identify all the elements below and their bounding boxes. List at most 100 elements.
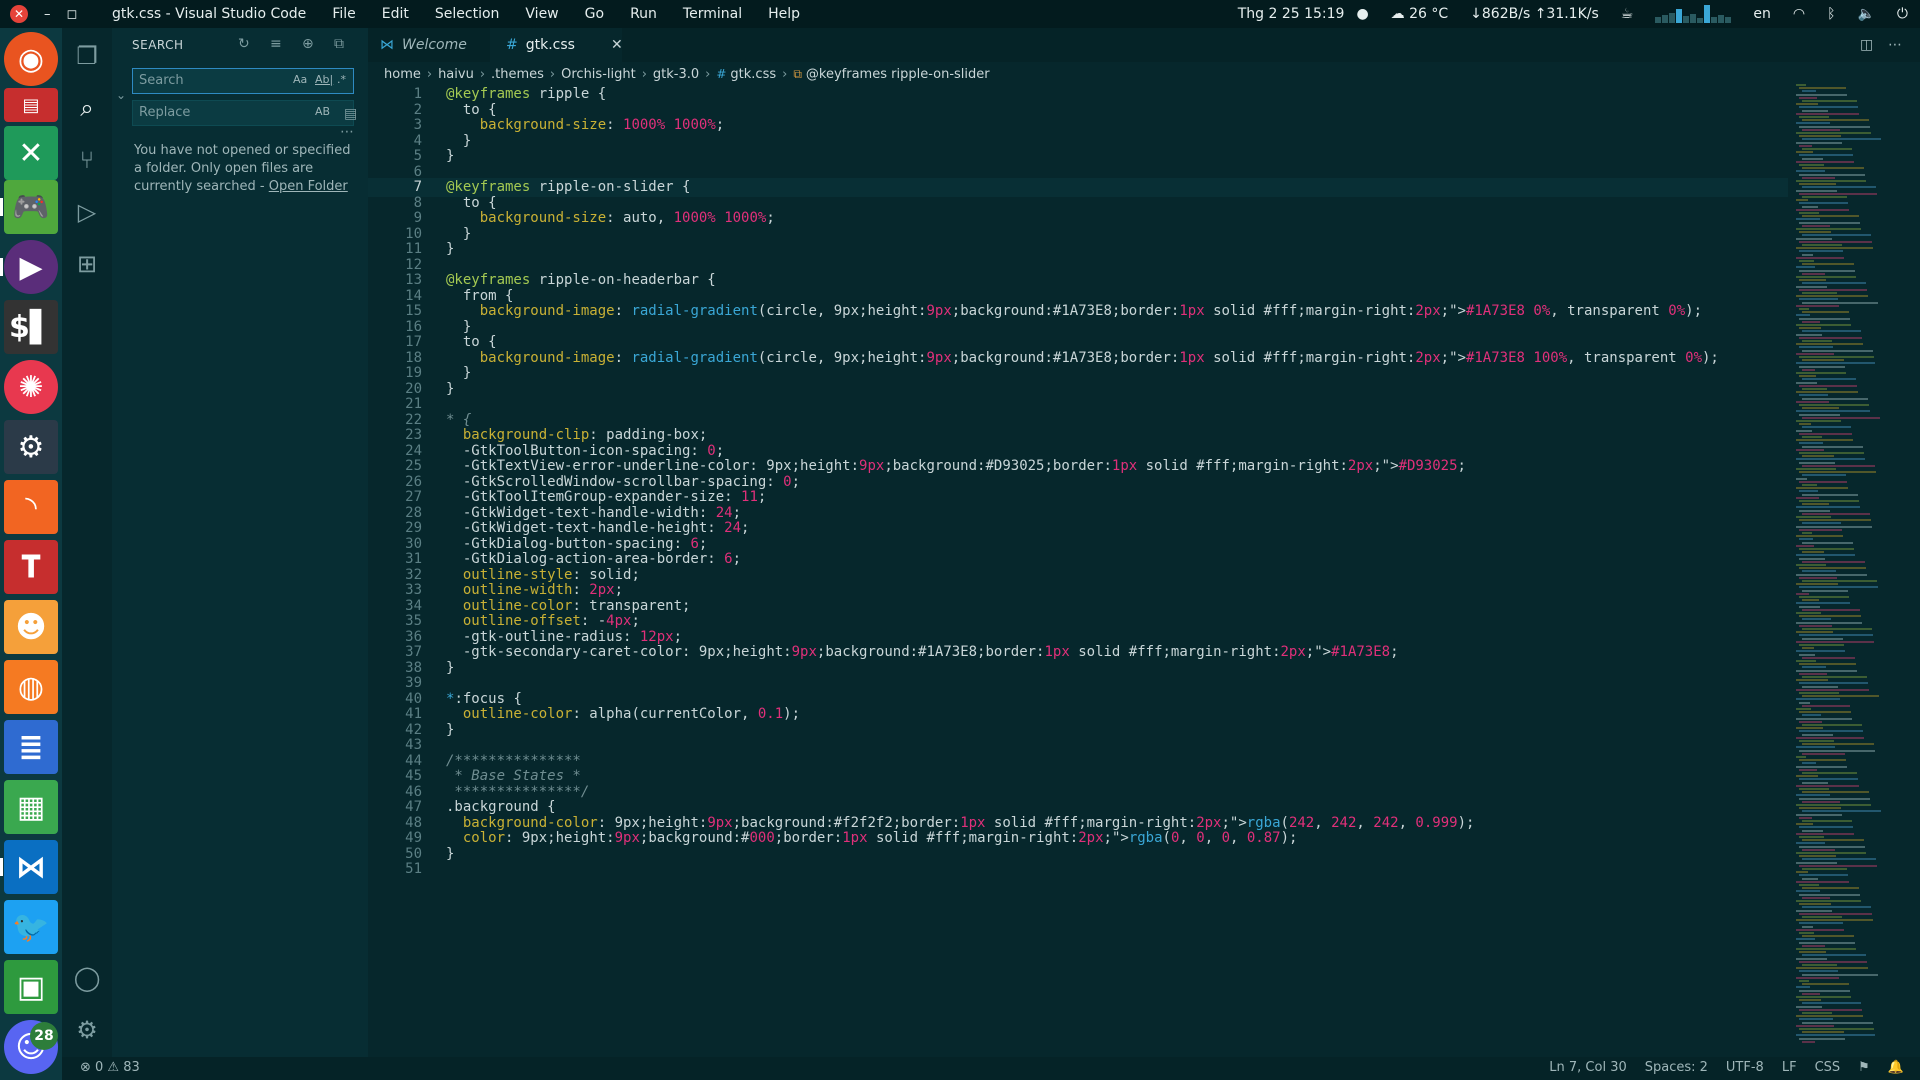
more-actions-icon[interactable]: ⋯ bbox=[1888, 37, 1902, 53]
ubuntu-icon[interactable]: ◉ bbox=[4, 32, 58, 86]
menu-view[interactable]: View bbox=[525, 6, 558, 22]
feedback-icon[interactable]: ⚑ bbox=[1858, 1060, 1870, 1075]
cursor-position[interactable]: Ln 7, Col 30 bbox=[1549, 1060, 1626, 1075]
toggle-replace-chevron-icon[interactable]: ⌄ bbox=[116, 88, 126, 102]
minimap-line bbox=[1802, 176, 1835, 179]
search-input[interactable]: Search Aa Ab| .* bbox=[132, 68, 354, 94]
preserve-case-icon[interactable]: AB bbox=[315, 105, 330, 118]
twitter-icon[interactable]: 🐦 bbox=[4, 900, 58, 954]
code-line[interactable]: 51 bbox=[368, 860, 1788, 879]
minimap-line bbox=[1802, 349, 1873, 352]
problems-indicator[interactable]: ⊗ 0 ⚠ 83 bbox=[80, 1060, 140, 1075]
discord-icon[interactable]: ☺ 28 bbox=[4, 1020, 58, 1074]
minimap-line bbox=[1802, 647, 1814, 650]
tab-gtk-css[interactable]: # gtk.css ✕ bbox=[490, 28, 623, 62]
media-icon[interactable]: ▣ bbox=[4, 960, 58, 1014]
indentation[interactable]: Spaces: 2 bbox=[1645, 1060, 1708, 1075]
breadcrumb-item[interactable]: haivu bbox=[438, 67, 474, 82]
keyboard-language[interactable]: en bbox=[1753, 6, 1771, 22]
maximize-icon[interactable]: ◻ bbox=[67, 7, 78, 22]
menu-go[interactable]: Go bbox=[585, 6, 604, 22]
menu-help[interactable]: Help bbox=[768, 6, 800, 22]
code-editor[interactable]: 1 @keyframes ripple {2 to {3 background-s… bbox=[368, 85, 1788, 1057]
minimap-line bbox=[1802, 666, 1826, 669]
line-ending[interactable]: LF bbox=[1782, 1060, 1797, 1075]
regex-icon[interactable]: .* bbox=[337, 73, 346, 86]
volume-icon[interactable]: 🔈 bbox=[1857, 6, 1874, 22]
weather[interactable]: ☁ 26 °C bbox=[1391, 6, 1449, 22]
pinwheel-icon[interactable]: ✺ bbox=[4, 360, 58, 414]
open-folder-link[interactable]: Open Folder bbox=[269, 179, 348, 194]
minimap-line bbox=[1802, 186, 1876, 189]
match-case-icon[interactable]: Aa bbox=[293, 73, 307, 86]
menu-selection[interactable]: Selection bbox=[435, 6, 500, 22]
replace-input[interactable]: Replace AB bbox=[132, 100, 354, 126]
menu-edit[interactable]: Edit bbox=[382, 6, 409, 22]
files-icon[interactable]: ▤ bbox=[4, 88, 58, 122]
refresh-icon[interactable]: ↻ bbox=[238, 36, 250, 52]
wifi-icon[interactable]: ◠ bbox=[1793, 6, 1805, 22]
split-editor-icon[interactable]: ◫ bbox=[1860, 37, 1873, 53]
steam-icon[interactable]: ⚙ bbox=[4, 420, 58, 474]
breadcrumb-item[interactable]: gtk.css bbox=[730, 67, 776, 82]
source-control-icon[interactable]: ⑂ bbox=[62, 138, 112, 182]
breadcrumb-item[interactable]: @keyframes ripple-on-slider bbox=[806, 67, 990, 82]
coffee-icon[interactable]: ☕ bbox=[1621, 6, 1634, 22]
power-icon[interactable]: ⏻ bbox=[1897, 6, 1908, 22]
breadcrumb-item[interactable]: home bbox=[384, 67, 421, 82]
minimap-line bbox=[1802, 762, 1816, 765]
minimap-line bbox=[1796, 679, 1828, 682]
gamepad-icon[interactable]: 🎮 bbox=[4, 180, 58, 234]
rss-icon[interactable]: ◝ bbox=[4, 480, 58, 534]
minimize-icon[interactable]: – bbox=[44, 7, 51, 22]
vscode-icon[interactable]: ⋈ bbox=[4, 840, 58, 894]
account-icon[interactable]: ◯ bbox=[62, 956, 112, 1000]
minimap-line bbox=[1799, 490, 1818, 493]
breadcrumb-item[interactable]: Orchis-light bbox=[561, 67, 636, 82]
minimap-line bbox=[1799, 116, 1829, 118]
terminal-icon[interactable]: $▌ bbox=[4, 300, 58, 354]
clear-results-icon[interactable]: ≡ bbox=[270, 36, 282, 52]
more-options-icon[interactable]: ⋯ bbox=[340, 124, 354, 140]
minimap-line bbox=[1799, 653, 1815, 656]
reddit-icon[interactable]: ☻ bbox=[4, 600, 58, 654]
encoding[interactable]: UTF-8 bbox=[1726, 1060, 1764, 1075]
explorer-icon[interactable]: ❐ bbox=[62, 34, 112, 78]
minimap-line bbox=[1799, 288, 1867, 291]
system-monitor-graph[interactable] bbox=[1655, 5, 1732, 23]
menu-terminal[interactable]: Terminal bbox=[683, 6, 742, 22]
calc-icon[interactable]: ▦ bbox=[4, 780, 58, 834]
minimap[interactable] bbox=[1792, 84, 1920, 1056]
bell-icon[interactable]: 🔔 bbox=[1888, 1060, 1904, 1075]
search-icon[interactable]: ⌕ bbox=[62, 86, 112, 130]
network-speed[interactable]: ↓862B/s ↑31.1K/s bbox=[1470, 6, 1599, 22]
collapse-all-icon[interactable]: ⧉ bbox=[334, 36, 344, 52]
blender-icon[interactable]: ◍ bbox=[4, 660, 58, 714]
extensions-icon[interactable]: ⊞ bbox=[62, 242, 112, 286]
run-debug-icon[interactable]: ▷ bbox=[62, 190, 112, 234]
replace-all-icon[interactable]: ▤ bbox=[344, 106, 357, 122]
menu-run[interactable]: Run bbox=[630, 6, 657, 22]
minimap-line bbox=[1802, 90, 1816, 93]
minimap-line bbox=[1799, 836, 1824, 838]
close-icon[interactable]: ✕ bbox=[10, 5, 28, 23]
breadcrumb-item[interactable]: .themes bbox=[491, 67, 544, 82]
settings-gear-icon[interactable]: ⚙ bbox=[62, 1008, 112, 1052]
writer-icon[interactable]: ≣ bbox=[4, 720, 58, 774]
antenna-icon[interactable]: 𝐓 bbox=[4, 540, 58, 594]
whole-word-icon[interactable]: Ab| bbox=[315, 73, 333, 86]
breadcrumb-item[interactable]: gtk-3.0 bbox=[653, 67, 699, 82]
minimap-line bbox=[1802, 810, 1881, 813]
crossover-icon[interactable]: ✕ bbox=[4, 126, 58, 180]
minimap-line bbox=[1802, 301, 1878, 304]
minimap-line bbox=[1796, 304, 1839, 307]
tab-welcome[interactable]: ⋈ Welcome bbox=[376, 28, 490, 62]
menu-file[interactable]: File bbox=[332, 6, 355, 22]
clock[interactable]: Thg 2 25 15:19 bbox=[1238, 6, 1345, 22]
video-player-icon[interactable]: ▶ bbox=[4, 240, 58, 294]
new-search-editor-icon[interactable]: ⊕ bbox=[302, 36, 314, 52]
minimap-line bbox=[1799, 365, 1845, 368]
close-tab-icon[interactable]: ✕ bbox=[611, 37, 623, 53]
language-mode[interactable]: CSS bbox=[1815, 1060, 1841, 1075]
bluetooth-icon[interactable]: ᛒ bbox=[1827, 6, 1835, 22]
